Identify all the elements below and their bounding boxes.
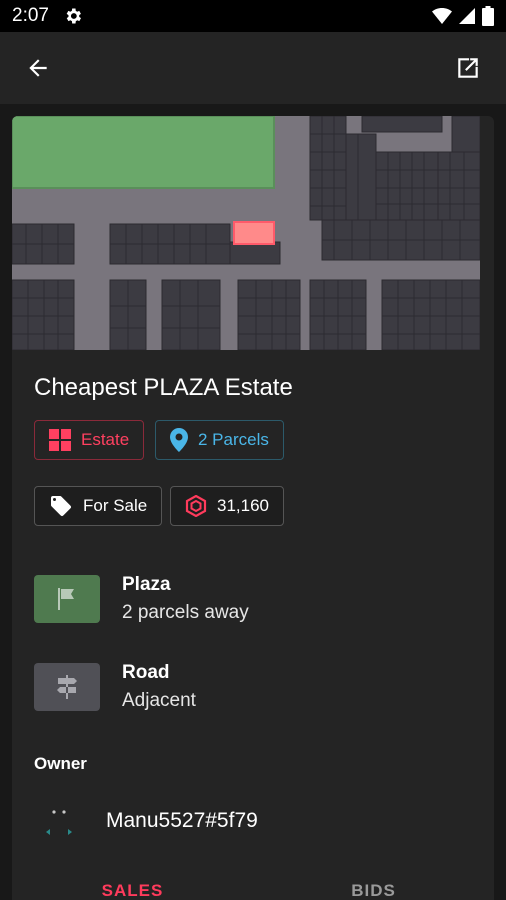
- owner-name: Manu5527#5f79: [106, 809, 258, 832]
- road-icon-box: [34, 663, 100, 711]
- location-pin-icon: [170, 428, 188, 452]
- owner-row[interactable]: Manu5527#5f79: [34, 796, 258, 846]
- signal-icon: [459, 8, 475, 24]
- for-sale-chip: For Sale: [34, 486, 163, 526]
- price-chip: 31,160: [170, 486, 284, 526]
- wifi-icon: [432, 8, 452, 24]
- mana-hexagon-icon: [185, 495, 207, 517]
- arrow-left-icon: [29, 59, 47, 77]
- parcels-chip: 2 Parcels: [155, 420, 284, 460]
- map-canvas: [12, 116, 480, 350]
- estate-label: Estate: [81, 430, 130, 449]
- status-indicators: [432, 6, 494, 26]
- flag-icon: [58, 588, 74, 610]
- open-external-icon: [458, 58, 478, 78]
- estate-chip: Estate: [34, 420, 145, 460]
- price-value: 31,160: [217, 496, 269, 515]
- status-bar: 2:07: [0, 0, 506, 32]
- parcel-title: Cheapest PLAZA Estate: [34, 374, 293, 401]
- settings-gear-icon: [66, 8, 81, 24]
- avatar-icon: [46, 810, 72, 835]
- parcels-count-label: 2 Parcels: [198, 430, 269, 449]
- back-button[interactable]: [22, 52, 54, 84]
- proximity-road-distance: Adjacent: [122, 690, 196, 711]
- tab-bar: SALES BIDS: [12, 866, 494, 900]
- open-external-button[interactable]: [452, 52, 484, 84]
- proximity-plaza-title: Plaza: [122, 574, 171, 595]
- grid-icon: [49, 429, 71, 451]
- signpost-icon: [57, 675, 77, 699]
- tab-sales[interactable]: SALES: [12, 866, 253, 900]
- battery-icon: [482, 6, 494, 26]
- proximity-plaza-distance: 2 parcels away: [122, 602, 249, 623]
- parcel-map[interactable]: [12, 116, 480, 350]
- owner-label: Owner: [34, 754, 87, 773]
- plaza-icon-box: [34, 575, 100, 623]
- proximity-road: Road Adjacent: [34, 652, 474, 722]
- tag-icon: [51, 496, 71, 516]
- for-sale-label: For Sale: [83, 496, 148, 515]
- content-area: Cheapest PLAZA Estate Estate 2 Parcels F…: [0, 104, 506, 900]
- app-bar: [0, 32, 506, 104]
- proximity-plaza: Plaza 2 parcels away: [34, 564, 474, 634]
- owner-avatar: [34, 796, 84, 846]
- tab-bids[interactable]: BIDS: [253, 866, 494, 900]
- parcel-card: Cheapest PLAZA Estate Estate 2 Parcels F…: [12, 116, 494, 900]
- status-time: 2:07: [12, 5, 49, 26]
- proximity-road-title: Road: [122, 662, 170, 683]
